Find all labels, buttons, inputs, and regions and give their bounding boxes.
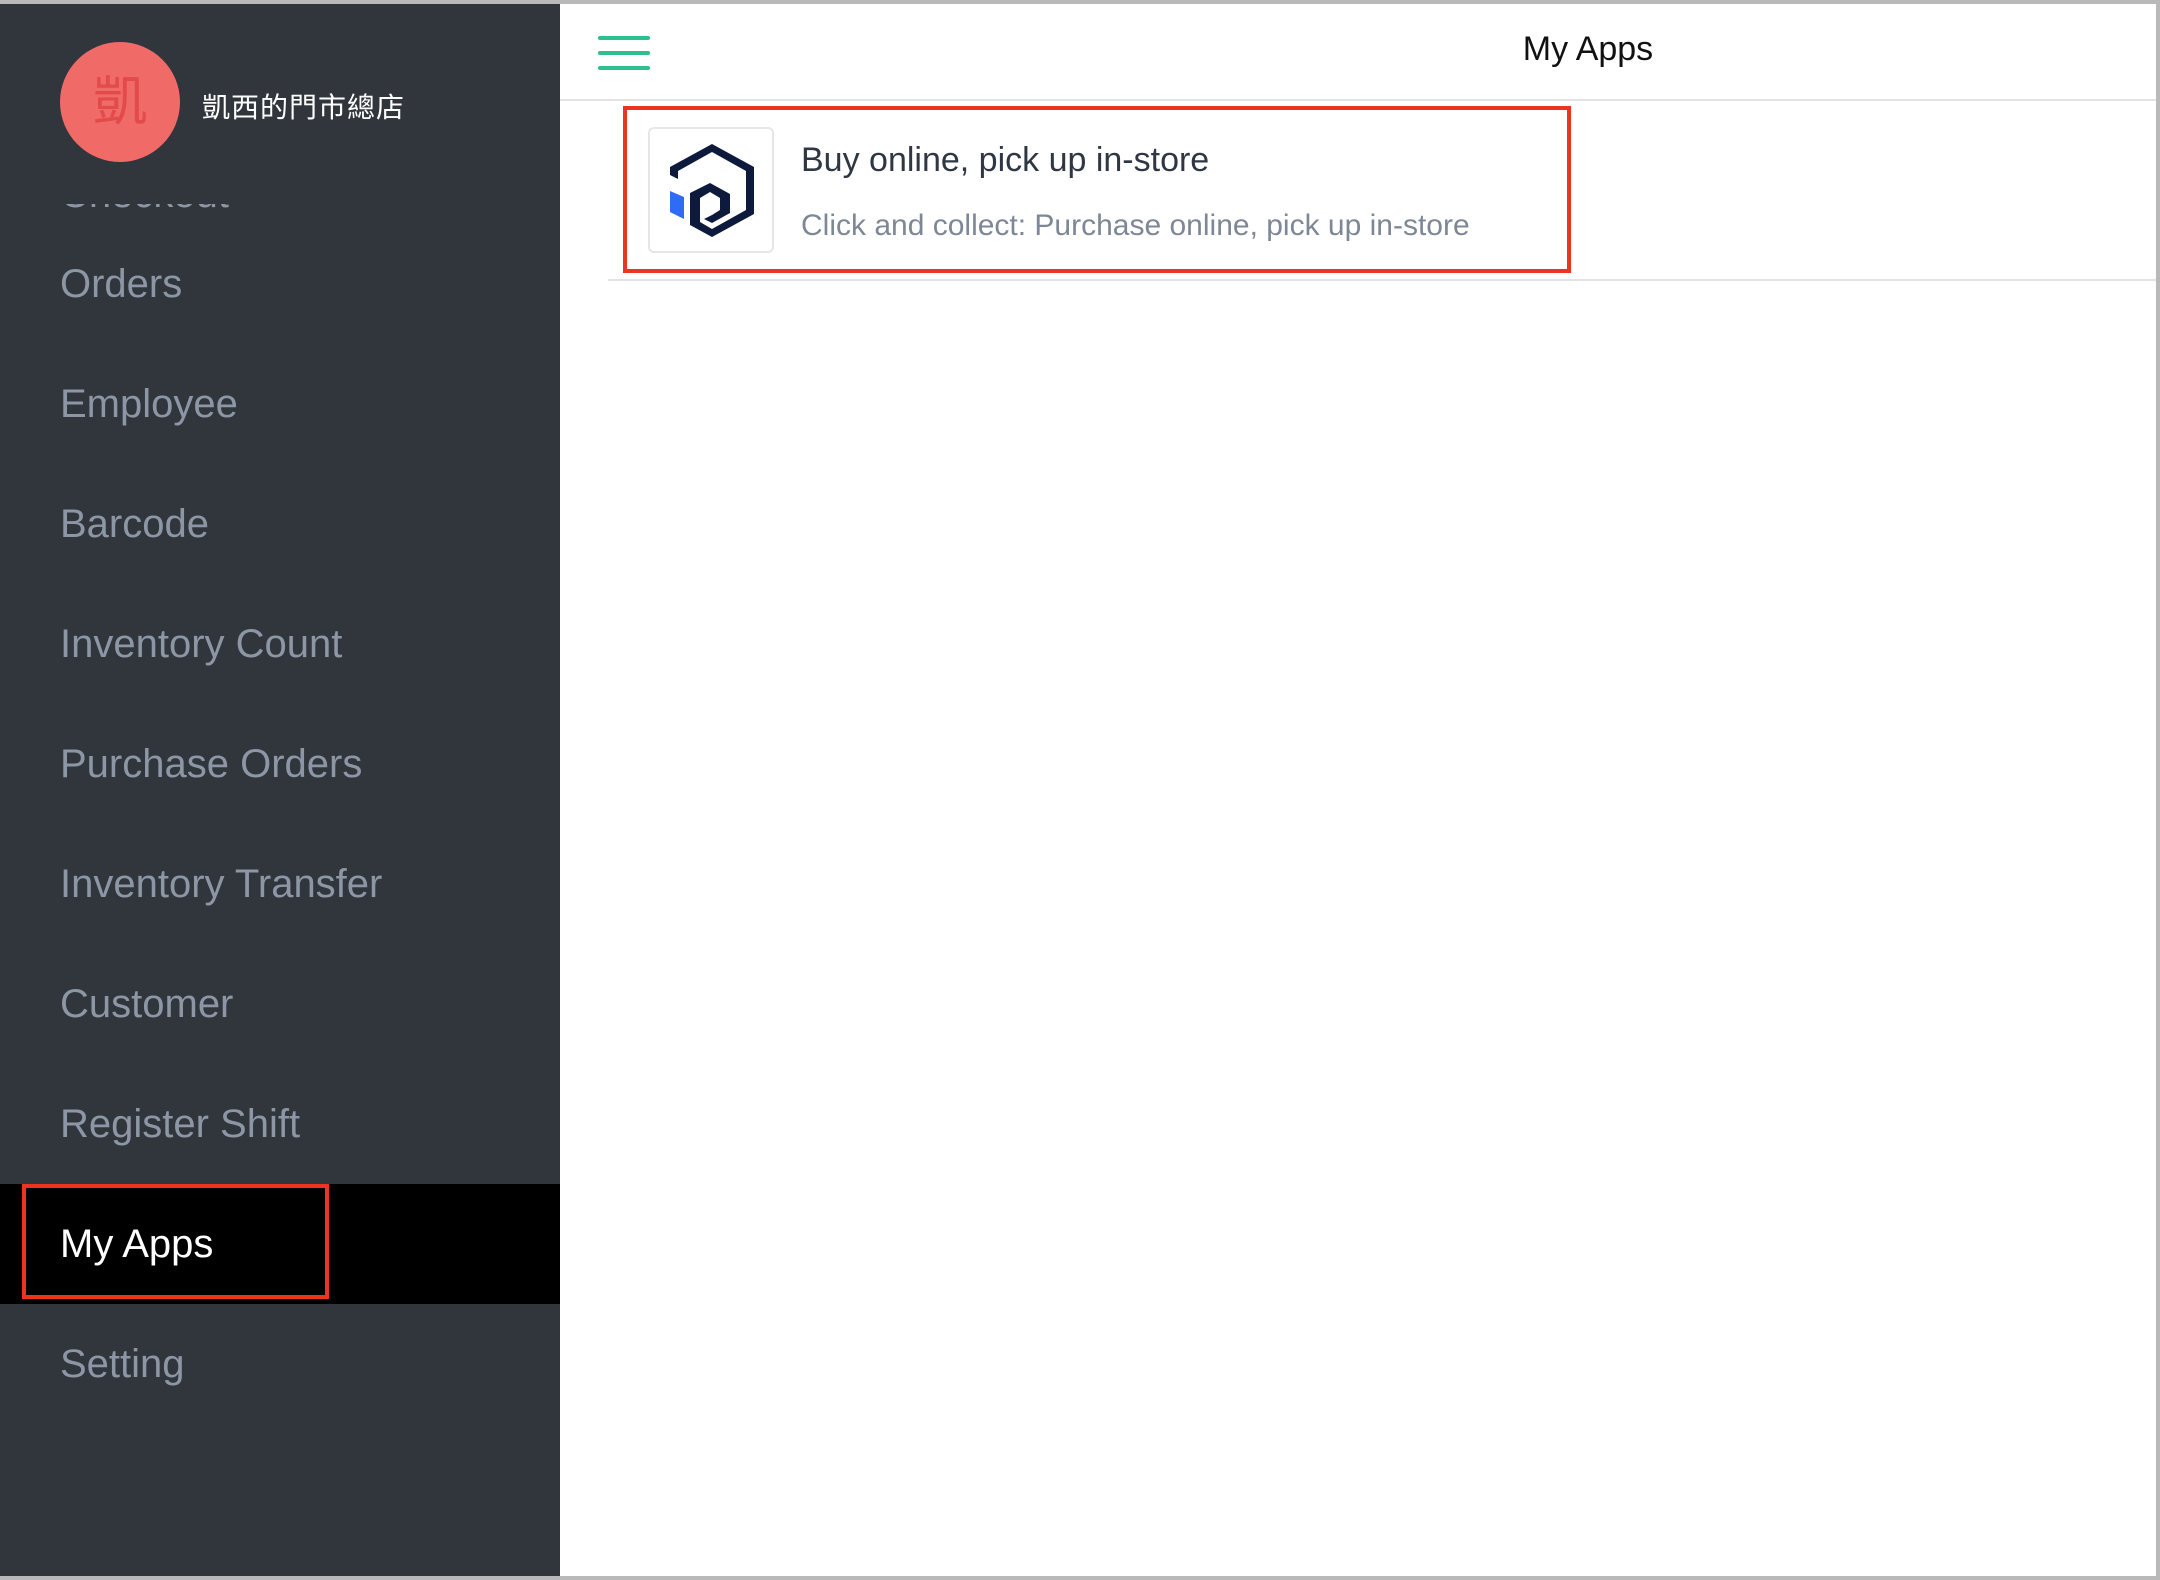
sidebar-item-employee[interactable]: Employee: [0, 344, 560, 464]
sidebar-item-label: Customer: [60, 982, 234, 1026]
app-name: Buy online, pick up in-store: [801, 141, 1210, 179]
sidebar-item-register-shift[interactable]: Register Shift: [0, 1064, 560, 1184]
sidebar-item-label: Register Shift: [60, 1102, 301, 1146]
page-title: My Apps: [1522, 30, 1654, 68]
main-content: My Apps Buy online, pick up in-store Cli…: [560, 4, 2156, 1576]
sidebar-item-label: Inventory Count: [60, 622, 343, 666]
app-description: Click and collect: Purchase online, pick…: [801, 209, 1470, 242]
store-header: 凱 凱西的門市總店: [0, 4, 560, 204]
store-avatar[interactable]: 凱: [60, 42, 180, 162]
sidebar-item-label: Employee: [60, 382, 238, 426]
sidebar-item-label: Setting: [60, 1342, 185, 1386]
sidebar-item-label: Barcode: [60, 502, 209, 546]
sidebar-item-orders[interactable]: Orders: [0, 224, 560, 344]
sidebar-item-label: My Apps: [60, 1222, 214, 1266]
sidebar: Checkout Orders Employee Barcode Invento…: [0, 4, 560, 1576]
sidebar-nav: Checkout Orders Employee Barcode Invento…: [0, 172, 560, 1424]
app-list: Buy online, pick up in-store Click and c…: [608, 101, 2156, 281]
sidebar-item-purchase-orders[interactable]: Purchase Orders: [0, 704, 560, 824]
list-item[interactable]: Buy online, pick up in-store Click and c…: [608, 101, 2156, 281]
sidebar-item-label: Inventory Transfer: [60, 862, 383, 906]
sidebar-item-label: Orders: [60, 262, 183, 306]
sidebar-item-inventory-transfer[interactable]: Inventory Transfer: [0, 824, 560, 944]
sidebar-item-customer[interactable]: Customer: [0, 944, 560, 1064]
sidebar-item-my-apps[interactable]: My Apps: [0, 1184, 560, 1304]
sidebar-item-setting[interactable]: Setting: [0, 1304, 560, 1424]
sidebar-item-inventory-count[interactable]: Inventory Count: [0, 584, 560, 704]
top-bar: My Apps: [560, 4, 2156, 101]
sidebar-item-label: Purchase Orders: [60, 742, 363, 786]
sidebar-item-barcode[interactable]: Barcode: [0, 464, 560, 584]
store-name: 凱西的門市總店: [202, 92, 406, 123]
boxed-cube-logo-icon: [648, 127, 774, 253]
app-window: Checkout Orders Employee Barcode Invento…: [0, 0, 2160, 1580]
